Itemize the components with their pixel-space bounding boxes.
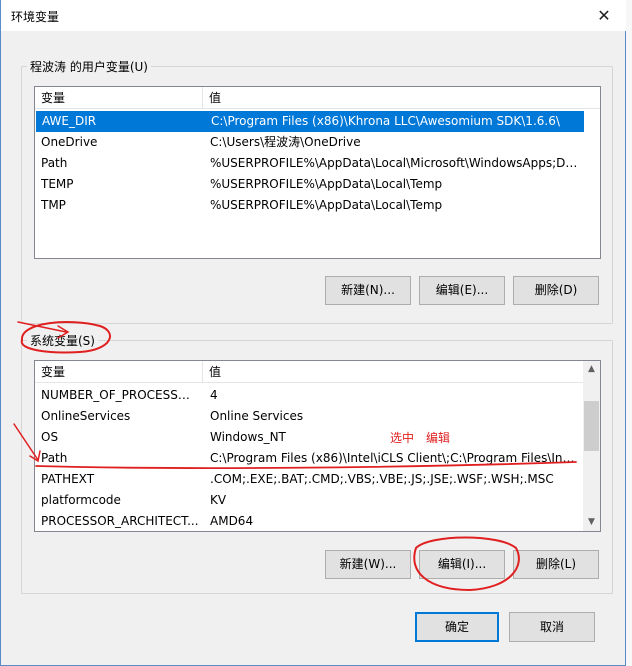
environment-variables-dialog: 环境变量 ✕ 程波涛 的用户变量(U) 变量 值 AWE_DIR C:\Progr…: [0, 0, 627, 666]
system-var-variable-name: PATHEXT: [41, 472, 95, 486]
user-variables-header: 变量 值: [35, 87, 600, 109]
annotation-text: 选中 编辑: [390, 431, 451, 445]
scroll-down-icon[interactable]: ▼: [583, 514, 600, 531]
user-var-row[interactable]: OneDrive C:\Users\程波涛\OneDrive: [35, 132, 600, 153]
window-title: 环境变量: [11, 10, 60, 24]
system-variables-header: 变量 值: [35, 361, 583, 383]
user-var-variable-value: %USERPROFILE%\AppData\Local\Temp: [210, 177, 443, 191]
system-var-variable-value: C:\Program Files (x86)\Intel\iCLS Client…: [210, 451, 578, 465]
system-var-variable-name: PROCESSOR_ARCHITECT...: [41, 514, 199, 528]
system-var-variable-value: Online Services: [210, 409, 304, 423]
system-edit-button[interactable]: 编辑(I)...: [419, 550, 505, 579]
system-var-variable-value: .COM;.EXE;.BAT;.CMD;.VBS;.VBE;.JS;.JSE;.…: [210, 472, 554, 486]
system-var-variable-name: NUMBER_OF_PROCESSORS: [41, 388, 199, 402]
system-variables-list[interactable]: 变量 值 NUMBER_OF_PROCESSORS 4 OnlineServices…: [34, 360, 601, 532]
system-var-row[interactable]: platformcode KV: [35, 490, 600, 511]
system-var-variable-value: KV: [210, 493, 227, 507]
title-bar: 环境变量 ✕: [1, 0, 627, 31]
user-variables-label: 程波涛 的用户变量(U): [27, 58, 151, 75]
column-header-variable[interactable]: 变量: [35, 361, 203, 383]
user-edit-button[interactable]: 编辑(E)...: [419, 276, 505, 305]
system-var-variable-name: OnlineServices: [41, 409, 131, 423]
cancel-button[interactable]: 取消: [509, 612, 595, 642]
user-var-row[interactable]: TEMP %USERPROFILE%\AppData\Local\Temp: [35, 174, 600, 195]
ok-button[interactable]: 确定: [415, 612, 499, 642]
scroll-up-icon[interactable]: ▲: [583, 361, 600, 378]
user-var-variable-value: C:\Users\程波涛\OneDrive: [210, 135, 361, 149]
user-var-variable-name: TMP: [41, 198, 66, 212]
user-var-row[interactable]: AWE_DIR C:\Program Files (x86)\Khrona LLC…: [36, 111, 584, 132]
user-var-variable-value: %USERPROFILE%\AppData\Local\Microsoft\Wi…: [210, 156, 580, 170]
system-var-variable-name: Path: [41, 451, 68, 465]
system-var-row[interactable]: Path C:\Program Files (x86)\Intel\iCLS Cl…: [35, 448, 600, 469]
system-var-variable-value: 4: [210, 388, 218, 402]
user-var-variable-value: C:\Program Files (x86)\Khrona LLC\Awesom…: [211, 114, 560, 128]
column-header-value[interactable]: 值: [203, 361, 583, 383]
user-variables-list[interactable]: 变量 值 AWE_DIR C:\Program Files (x86)\Khron…: [34, 86, 601, 259]
column-header-variable[interactable]: 变量: [35, 87, 203, 109]
scrollbar-thumb[interactable]: [584, 401, 599, 451]
background-strip: [626, 0, 632, 666]
user-new-button[interactable]: 新建(N)...: [325, 276, 411, 305]
system-var-row[interactable]: NUMBER_OF_PROCESSORS 4: [35, 385, 600, 406]
system-delete-button[interactable]: 删除(L): [513, 550, 599, 579]
close-icon[interactable]: ✕: [581, 0, 627, 31]
system-variables-scrollbar[interactable]: ▲ ▼: [583, 361, 600, 531]
system-var-row[interactable]: PROCESSOR_ARCHITECT... AMD64: [35, 511, 600, 531]
column-header-value[interactable]: 值: [203, 87, 600, 109]
user-var-row[interactable]: Path %USERPROFILE%\AppData\Local\Microsof…: [35, 153, 600, 174]
user-var-variable-name: OneDrive: [41, 135, 98, 149]
user-var-variable-name: AWE_DIR: [42, 114, 97, 128]
user-delete-button[interactable]: 删除(D): [513, 276, 599, 305]
system-var-variable-name: OS: [41, 430, 59, 444]
system-var-row[interactable]: PATHEXT .COM;.EXE;.BAT;.CMD;.VBS;.VBE;.JS…: [35, 469, 600, 490]
user-var-row[interactable]: TMP %USERPROFILE%\AppData\Local\Temp: [35, 195, 600, 216]
user-var-variable-name: Path: [41, 156, 68, 170]
system-var-variable-value: AMD64: [210, 514, 254, 528]
user-var-variable-name: TEMP: [41, 177, 74, 191]
system-var-variable-name: platformcode: [41, 493, 121, 507]
system-new-button[interactable]: 新建(W)...: [325, 550, 411, 579]
system-var-row[interactable]: OnlineServices Online Services: [35, 406, 600, 427]
user-var-variable-value: %USERPROFILE%\AppData\Local\Temp: [210, 198, 443, 212]
system-var-row[interactable]: OS Windows_NT: [35, 427, 600, 448]
system-variables-label: 系统变量(S): [27, 332, 98, 349]
